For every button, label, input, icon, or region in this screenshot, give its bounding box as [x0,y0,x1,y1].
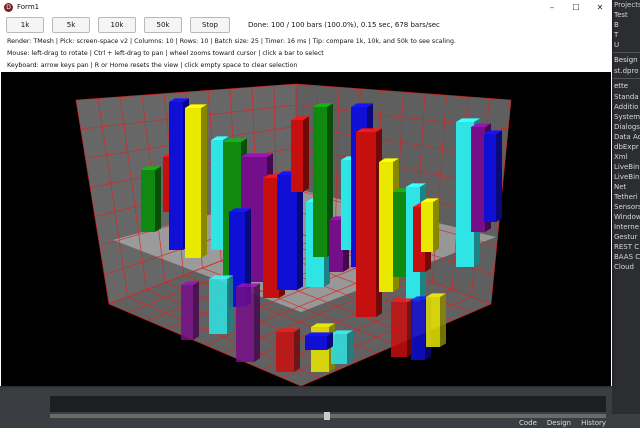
ide-palette-panel: Projects Test B T U Besign st.dpro ette … [612,0,640,428]
palette-category[interactable]: Sensors [612,202,640,212]
project-item[interactable]: T [612,30,640,40]
50k-button[interactable]: 50k [144,17,182,33]
window-title: Form1 [17,3,40,11]
bar[interactable] [185,104,207,259]
bar[interactable] [305,332,333,350]
bar[interactable] [421,198,439,252]
divider [612,78,640,79]
palette-category[interactable]: Net [612,182,640,192]
palette-category[interactable]: Data Ac [612,132,640,142]
projects-header: Projects [614,1,640,9]
1k-button[interactable]: 1k [6,17,44,33]
palette-category[interactable]: REST C [612,242,640,252]
10k-button[interactable]: 10k [98,17,136,33]
editor-tabs: Code Design History [519,419,606,428]
palette-category[interactable]: Tetheri [612,192,640,202]
palette-category[interactable]: Additio [612,102,640,112]
bar[interactable] [391,298,413,357]
5k-button[interactable]: 5k [52,17,90,33]
palette-category[interactable]: dbExpr [612,142,640,152]
tab-history[interactable]: History [581,419,606,428]
bar[interactable] [276,328,300,372]
maximize-button[interactable]: ☐ [564,0,588,14]
bar[interactable] [291,116,309,192]
tab-design[interactable]: Design [547,419,571,428]
palette-category[interactable]: Cloud [612,262,640,272]
ide-bottom-panel: Code Design History [0,386,612,428]
title-bar[interactable]: D Form1 – ☐ ✕ [0,0,612,14]
palette-category[interactable]: System [612,112,640,122]
bar[interactable] [236,283,260,362]
structure-item[interactable]: st.dpro [612,66,640,76]
ide-tabs [612,414,640,428]
scrollbar-thumb[interactable] [324,412,330,420]
timeline-area [50,396,606,412]
3d-viewport[interactable] [1,72,611,386]
bar[interactable] [331,330,353,364]
palette-category[interactable]: Standa [612,92,640,102]
palette-category[interactable]: Dialogs [612,122,640,132]
palette-category[interactable]: BAAS C [612,252,640,262]
bar[interactable] [356,128,382,317]
mouse-help-text: Mouse: left-drag to rotate | Ctrl + left… [7,50,324,57]
tab-code[interactable]: Code [519,419,537,428]
palette-category[interactable]: Window [612,212,640,222]
bar[interactable] [181,281,199,340]
progress-status: Done: 100 / 100 bars (100.0%), 0.15 sec,… [248,21,440,29]
bar[interactable] [426,293,446,347]
palette-header: ette [614,82,629,90]
stop-button[interactable]: Stop [190,17,230,33]
bar[interactable] [209,275,233,334]
project-item[interactable]: U [612,40,640,50]
minimize-button[interactable]: – [540,0,564,14]
palette-list: Standa Additio System Dialogs Data Ac dbExpr X… [612,92,640,272]
palette-category[interactable]: Xml [612,152,640,162]
divider [612,52,640,53]
structure-header: Besign [614,56,638,64]
palette-category[interactable]: Interne [612,222,640,232]
palette-category[interactable]: LiveBin [612,172,640,182]
render-info-text: Render: TMesh | Pick: screen-space v2 | … [7,38,457,45]
toolbar: 1k 5k 10k 50k Stop Done: 100 / 100 bars … [0,14,612,36]
3d-bar-scene[interactable] [1,72,611,386]
app-icon: D [4,2,13,12]
keyboard-help-text: Keyboard: arrow keys pan | R or Home res… [7,62,298,69]
project-item[interactable]: Test [612,10,640,20]
palette-category[interactable]: LiveBin [612,162,640,172]
form1-window: D Form1 – ☐ ✕ 1k 5k 10k 50k Stop Done: 1… [0,0,612,386]
project-item[interactable]: B [612,20,640,30]
close-button[interactable]: ✕ [588,0,612,14]
palette-category[interactable]: Gestur [612,232,640,242]
bar[interactable] [484,130,502,222]
bar[interactable] [141,166,161,232]
